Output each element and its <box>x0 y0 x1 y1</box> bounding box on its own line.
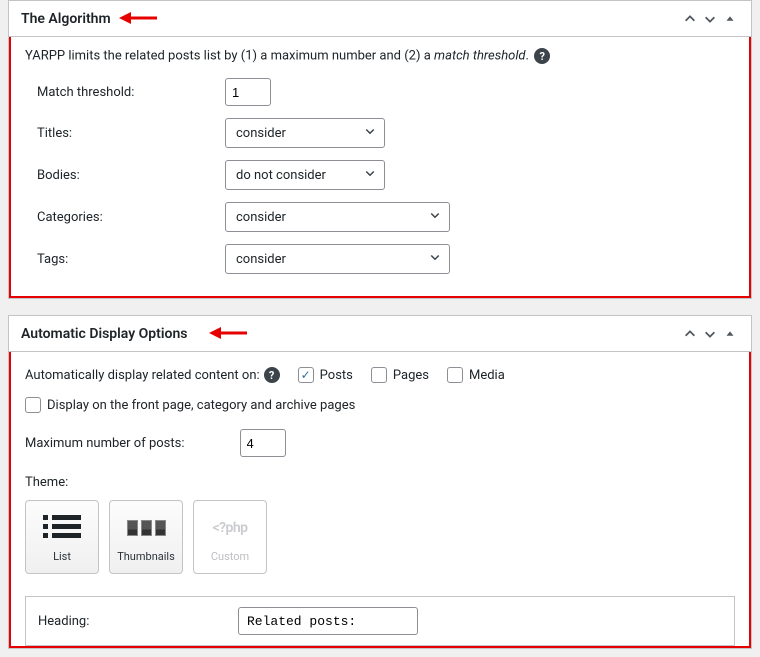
annotation-arrow <box>209 322 249 344</box>
move-up-button[interactable] <box>681 325 699 343</box>
display-options-header: Automatic Display Options <box>9 316 751 352</box>
display-options-postbox: Automatic Display Options Automatically … <box>8 315 752 649</box>
theme-picker: List Thumbnails <?php Custom <box>25 500 735 574</box>
heading-row: Heading: <box>25 596 735 646</box>
chevron-down-icon <box>429 251 441 267</box>
max-posts-row: Maximum number of posts: <box>25 429 735 457</box>
php-icon: <?php <box>209 512 251 544</box>
help-icon[interactable]: ? <box>534 48 550 64</box>
theme-list-option[interactable]: List <box>25 500 99 574</box>
move-down-button[interactable] <box>701 10 719 28</box>
pages-checkbox[interactable]: Pages <box>371 367 429 383</box>
theme-custom-option[interactable]: <?php Custom <box>193 500 267 574</box>
tags-row: Tags: consider <box>25 244 735 274</box>
checkbox-icon <box>447 367 463 383</box>
checkbox-icon <box>371 367 387 383</box>
chevron-down-icon <box>364 167 376 183</box>
toggle-panel-button[interactable] <box>721 325 739 343</box>
help-icon[interactable]: ? <box>264 367 280 383</box>
annotation-arrow <box>119 7 159 29</box>
toggle-panel-button[interactable] <box>721 10 739 28</box>
theme-label: Theme: <box>25 475 735 490</box>
heading-label: Heading: <box>38 614 238 629</box>
media-checkbox[interactable]: Media <box>447 367 505 383</box>
bodies-select[interactable]: do not consider <box>225 160 385 190</box>
algorithm-handle-actions <box>681 10 739 28</box>
auto-display-label: Automatically display related content on… <box>25 368 260 383</box>
algorithm-title: The Algorithm <box>21 11 111 27</box>
posts-checkbox[interactable]: Posts <box>298 367 353 383</box>
tags-label: Tags: <box>25 252 225 267</box>
checkbox-icon <box>25 397 41 413</box>
move-down-button[interactable] <box>701 325 719 343</box>
algorithm-postbox: The Algorithm YARPP limits the related p… <box>8 0 752 299</box>
titles-row: Titles: consider <box>25 118 735 148</box>
auto-display-row: Automatically display related content on… <box>25 367 735 383</box>
max-posts-input[interactable] <box>240 429 286 457</box>
chevron-down-icon <box>364 125 376 141</box>
bodies-label: Bodies: <box>25 168 225 183</box>
display-options-body: Automatically display related content on… <box>9 351 751 648</box>
move-up-button[interactable] <box>681 10 699 28</box>
theme-thumbnails-option[interactable]: Thumbnails <box>109 500 183 574</box>
tags-select[interactable]: consider <box>225 244 450 274</box>
algorithm-body: YARPP limits the related posts list by (… <box>9 36 751 298</box>
categories-row: Categories: consider <box>25 202 735 232</box>
max-posts-label: Maximum number of posts: <box>25 436 185 451</box>
match-threshold-row: Match threshold: <box>25 78 735 106</box>
front-page-checkbox[interactable]: Display on the front page, category and … <box>25 397 735 413</box>
categories-select[interactable]: consider <box>225 202 450 232</box>
titles-label: Titles: <box>25 126 225 141</box>
match-threshold-label: Match threshold: <box>25 85 225 100</box>
heading-input[interactable] <box>238 607 418 635</box>
display-options-title: Automatic Display Options <box>21 326 187 342</box>
bodies-row: Bodies: do not consider <box>25 160 735 190</box>
match-threshold-input[interactable] <box>225 78 271 106</box>
checkbox-icon <box>298 367 314 383</box>
display-handle-actions <box>681 325 739 343</box>
list-icon <box>41 512 83 544</box>
titles-select[interactable]: consider <box>225 118 385 148</box>
thumbnails-icon <box>125 512 167 544</box>
categories-label: Categories: <box>25 210 225 225</box>
algorithm-header: The Algorithm <box>9 1 751 37</box>
chevron-down-icon <box>429 209 441 225</box>
algorithm-desc: YARPP limits the related posts list by (… <box>25 48 735 64</box>
